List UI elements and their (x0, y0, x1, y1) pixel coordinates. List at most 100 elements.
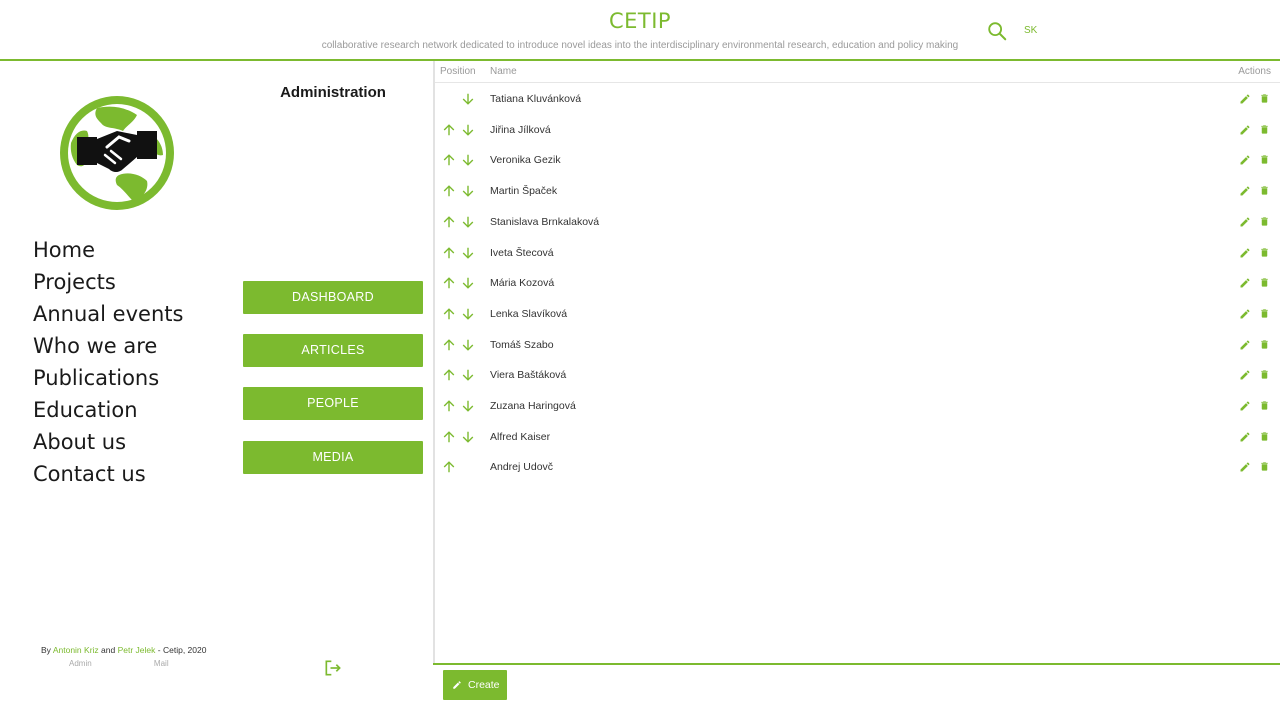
trash-icon[interactable] (1259, 92, 1270, 105)
pencil-icon[interactable] (1239, 369, 1251, 381)
search-icon[interactable] (986, 20, 1008, 42)
nav-item-contact-us[interactable]: Contact us (33, 458, 233, 490)
pencil-icon (453, 681, 461, 689)
arrow-down-icon[interactable] (461, 307, 475, 321)
create-button-label: Create (468, 679, 500, 691)
table-row: Stanislava Brnkalaková (435, 207, 1280, 237)
nav-item-who-we-are[interactable]: Who we are (33, 330, 233, 362)
arrow-up-icon[interactable] (442, 276, 456, 290)
person-name: Veronika Gezik (490, 154, 561, 167)
trash-icon[interactable] (1259, 307, 1270, 320)
credits-suffix: - Cetip, 2020 (157, 645, 207, 655)
media-button[interactable]: MEDIA (243, 441, 423, 474)
nav-item-education[interactable]: Education (33, 394, 233, 426)
site-subtitle: collaborative research network dedicated… (321, 40, 959, 51)
footer-link-admin[interactable]: Admin (69, 659, 92, 668)
arrow-down-icon[interactable] (461, 215, 475, 229)
arrow-down-icon[interactable] (461, 338, 475, 352)
trash-icon[interactable] (1259, 123, 1270, 136)
arrow-down-icon[interactable] (461, 184, 475, 198)
person-name: Tomáš Szabo (490, 338, 554, 351)
admin-title: Administration (280, 84, 386, 101)
footer-credits: By Antonin Kriz and Petr Jelek - Cetip, … (41, 645, 206, 655)
table-row: Veronika Gezik (435, 145, 1280, 175)
pencil-icon[interactable] (1239, 400, 1251, 412)
pencil-icon[interactable] (1239, 277, 1251, 289)
arrow-up-icon[interactable] (442, 307, 456, 321)
person-name: Zuzana Haringová (490, 400, 576, 412)
create-button[interactable]: Create (443, 670, 507, 700)
articles-button[interactable]: ARTICLES (243, 334, 423, 367)
table-row: Martin Špaček (435, 176, 1280, 206)
arrow-down-icon[interactable] (461, 123, 475, 137)
arrow-down-icon[interactable] (461, 368, 475, 382)
arrow-down-icon[interactable] (461, 276, 475, 290)
arrow-down-icon[interactable] (461, 246, 475, 260)
arrow-up-icon[interactable] (442, 123, 456, 137)
column-header-position: Position (440, 66, 476, 77)
table-row: Tatiana Kluvánková (435, 84, 1280, 114)
arrow-down-icon[interactable] (461, 430, 475, 444)
pencil-icon[interactable] (1239, 93, 1251, 105)
arrow-up-icon[interactable] (442, 153, 456, 167)
trash-icon[interactable] (1259, 153, 1270, 166)
person-name: Jiřina Jílková (490, 123, 551, 136)
trash-icon[interactable] (1259, 276, 1270, 289)
author-link-1[interactable]: Antonin Kriz (53, 645, 99, 655)
pencil-icon[interactable] (1239, 216, 1251, 228)
person-name: Mária Kozová (490, 277, 555, 290)
trash-icon[interactable] (1259, 338, 1270, 351)
arrow-up-icon[interactable] (442, 430, 456, 444)
trash-icon[interactable] (1259, 399, 1270, 412)
trash-icon[interactable] (1259, 430, 1270, 443)
person-name: Stanislava Brnkalaková (490, 215, 600, 228)
trash-icon[interactable] (1259, 184, 1270, 197)
pencil-icon[interactable] (1239, 154, 1251, 166)
person-name: Tatiana Kluvánková (490, 93, 582, 105)
logout-icon[interactable] (323, 658, 343, 678)
arrow-down-icon[interactable] (461, 399, 475, 413)
pencil-icon[interactable] (1239, 461, 1251, 473)
pencil-icon[interactable] (1239, 308, 1251, 320)
dashboard-button[interactable]: DASHBOARD (243, 281, 423, 314)
nav-item-annual-events[interactable]: Annual events (33, 298, 233, 330)
arrow-up-icon[interactable] (442, 460, 456, 474)
table-row: Mária Kozová (435, 268, 1280, 298)
pencil-icon[interactable] (1239, 247, 1251, 259)
arrow-up-icon[interactable] (442, 399, 456, 413)
language-switch-link[interactable]: SK (1024, 25, 1037, 36)
pencil-icon[interactable] (1239, 339, 1251, 351)
nav-item-projects[interactable]: Projects (33, 266, 233, 298)
person-name: Viera Baštáková (490, 369, 567, 382)
author-link-2[interactable]: Petr Jelek (118, 645, 156, 655)
nav-item-home[interactable]: Home (33, 234, 233, 266)
arrow-up-icon[interactable] (442, 246, 456, 260)
footer-link-mail[interactable]: Mail (154, 659, 169, 668)
nav-item-publications[interactable]: Publications (33, 362, 233, 394)
credits-prefix: By (41, 645, 51, 655)
trash-icon[interactable] (1259, 460, 1270, 473)
table-header: Position Name Actions (435, 61, 1280, 83)
arrow-up-icon[interactable] (442, 184, 456, 198)
main-navigation: Home Projects Annual events Who we are P… (33, 234, 233, 490)
trash-icon[interactable] (1259, 246, 1270, 259)
arrow-down-icon[interactable] (461, 153, 475, 167)
trash-icon[interactable] (1259, 368, 1270, 381)
pencil-icon[interactable] (1239, 185, 1251, 197)
table-row: Alfred Kaiser (435, 422, 1280, 452)
table-bottom-divider (433, 663, 1280, 665)
nav-item-about-us[interactable]: About us (33, 426, 233, 458)
person-name: Lenka Slavíková (490, 307, 568, 320)
site-title[interactable]: CETIP (0, 9, 1280, 33)
people-button[interactable]: PEOPLE (243, 387, 423, 420)
arrow-up-icon[interactable] (442, 338, 456, 352)
trash-icon[interactable] (1259, 215, 1270, 228)
arrow-up-icon[interactable] (442, 215, 456, 229)
person-name: Martin Špaček (490, 185, 558, 198)
pencil-icon[interactable] (1239, 124, 1251, 136)
pencil-icon[interactable] (1239, 431, 1251, 443)
arrow-up-icon[interactable] (442, 368, 456, 382)
arrow-down-icon[interactable] (461, 92, 475, 106)
globe-handshake-logo[interactable] (57, 93, 177, 213)
table-row: Lenka Slavíková (435, 299, 1280, 329)
